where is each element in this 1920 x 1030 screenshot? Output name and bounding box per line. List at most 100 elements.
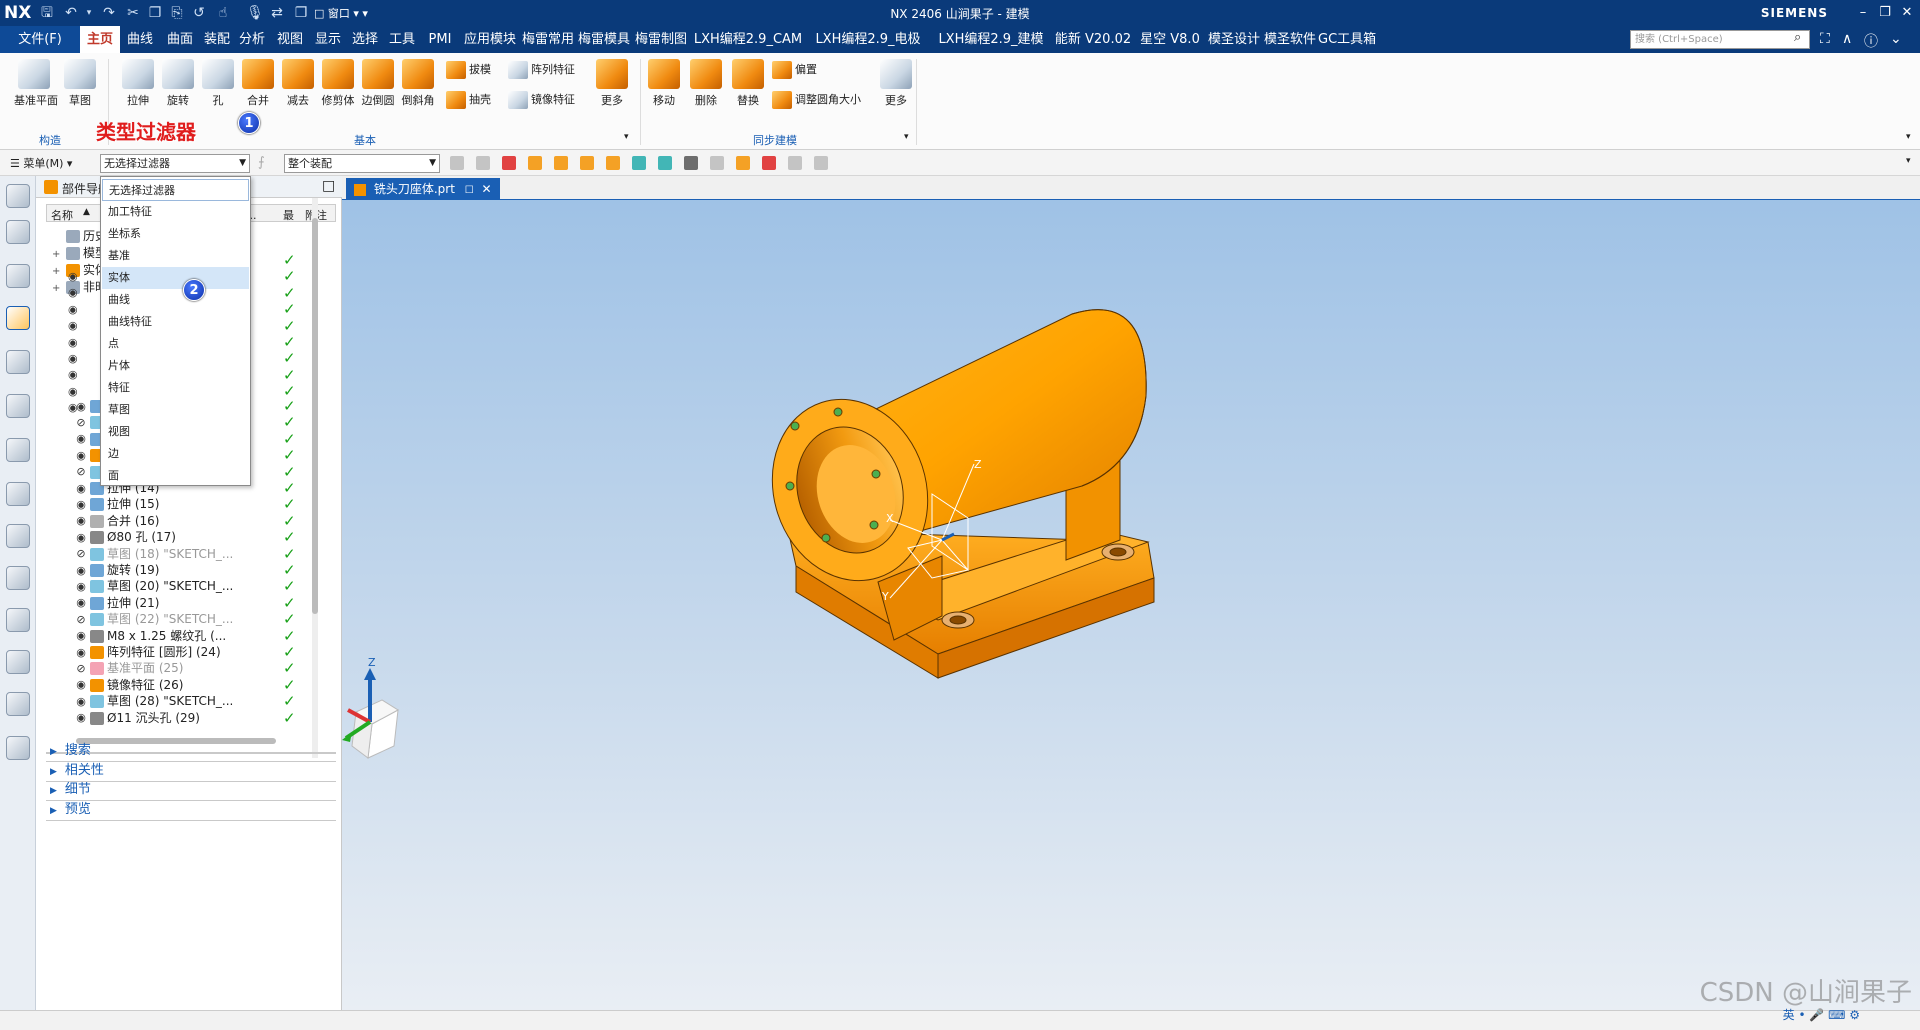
- collapse-ribbon-icon[interactable]: ∧: [1842, 31, 1852, 47]
- eye-icon[interactable]: ◉: [74, 498, 88, 511]
- tab-close-icon[interactable]: ✕: [482, 182, 492, 196]
- custom-tool-icon[interactable]: [6, 736, 30, 760]
- tab-14[interactable]: LXH编程2.9_CAM: [690, 26, 806, 53]
- tab-7[interactable]: 选择: [346, 26, 384, 53]
- eye-icon[interactable]: ◉: [74, 400, 88, 413]
- minimize-icon[interactable]: –: [1852, 3, 1874, 23]
- panel-3[interactable]: ▶ 预览: [46, 799, 336, 821]
- menu-button[interactable]: ☰ 菜单(M) ▾: [10, 155, 72, 171]
- tab-2[interactable]: 曲面: [160, 26, 200, 53]
- eye-icon[interactable]: ◉: [74, 630, 88, 642]
- selection-tool-7-icon[interactable]: [632, 156, 646, 170]
- basic-group-dropdown-icon[interactable]: ▾: [624, 132, 629, 142]
- eye-icon[interactable]: ◉: [74, 695, 88, 708]
- hidden-eye-icon[interactable]: ⊘: [74, 548, 88, 560]
- selection-tool-3-icon[interactable]: [528, 156, 542, 170]
- tab-9[interactable]: PMI: [420, 26, 460, 53]
- column-latest[interactable]: 最: [283, 207, 294, 223]
- eye-icon[interactable]: ◉: [74, 564, 88, 577]
- selection-tool-12-icon[interactable]: [762, 156, 776, 170]
- selection-tool-14-icon[interactable]: [814, 156, 828, 170]
- tab-13[interactable]: 梅雷制图: [632, 26, 690, 53]
- selection-tool-1-icon[interactable]: [476, 156, 490, 170]
- selection-tool-11-icon[interactable]: [736, 156, 750, 170]
- customize-icon[interactable]: ⌄: [1890, 31, 1902, 47]
- filter-reset-icon[interactable]: ⨍: [258, 155, 265, 170]
- selection-tool-4-icon[interactable]: [554, 156, 568, 170]
- tab-11[interactable]: 梅雷常用: [520, 26, 576, 53]
- tab-4[interactable]: 分析: [234, 26, 270, 53]
- hidden-eye-icon[interactable]: ⊘: [74, 613, 88, 626]
- process-studio-icon[interactable]: [6, 566, 30, 590]
- web-browser-icon[interactable]: [6, 438, 30, 462]
- visibility-eye-hidden[interactable]: ◉: [68, 286, 78, 299]
- tab-8[interactable]: 工具: [384, 26, 420, 53]
- type-filter-option-10[interactable]: 草图: [102, 399, 249, 421]
- tab-16[interactable]: LXH编程2.9_建模: [930, 26, 1052, 53]
- visibility-eye-hidden[interactable]: ◉: [68, 319, 78, 332]
- eye-icon[interactable]: ◉: [74, 433, 88, 445]
- hidden-eye-icon[interactable]: ⊘: [74, 662, 88, 675]
- document-tab[interactable]: 铣头刀座体.prt ☐ ✕: [346, 178, 500, 200]
- column-name[interactable]: 名称: [51, 207, 73, 223]
- navigator-scrollbar[interactable]: [312, 198, 318, 758]
- basic-6-button[interactable]: 边倒圆: [358, 59, 398, 108]
- type-filter-option-9[interactable]: 特征: [102, 377, 249, 399]
- type-filter-option-4[interactable]: 实体: [102, 267, 249, 289]
- resize-blend-button[interactable]: 调整圆角大小: [772, 89, 861, 111]
- sync-group-dropdown-icon[interactable]: ▾: [904, 132, 909, 142]
- assembly-navigator-icon[interactable]: [6, 220, 30, 244]
- roles-icon[interactable]: [6, 608, 30, 632]
- close-icon[interactable]: ✕: [1896, 3, 1918, 23]
- basic-2-button[interactable]: 孔: [198, 59, 238, 108]
- selection-scope-select[interactable]: 整个装配 ▼: [284, 154, 440, 173]
- basic-7-button[interactable]: 倒斜角: [398, 59, 438, 108]
- sketch-button[interactable]: 草图: [60, 59, 100, 108]
- basic-4-button[interactable]: 减去: [278, 59, 318, 108]
- constraint-navigator-icon[interactable]: [6, 264, 30, 288]
- basic-5-button[interactable]: 修剪体: [318, 59, 358, 108]
- offset-region-button[interactable]: 偏置: [772, 59, 817, 81]
- maximize-icon[interactable]: □: [322, 178, 335, 194]
- model-view[interactable]: Z X Y Z X Y: [342, 200, 1920, 1010]
- eye-icon[interactable]: ◉: [74, 679, 88, 691]
- basic-1-button[interactable]: 旋转: [158, 59, 198, 108]
- type-filter-option-7[interactable]: 点: [102, 333, 249, 355]
- visibility-eye-hidden[interactable]: ◉: [68, 368, 78, 381]
- system-materials-icon[interactable]: [6, 524, 30, 548]
- restore-icon[interactable]: ❐: [1874, 3, 1896, 23]
- selbar-options-icon[interactable]: ▾: [1906, 156, 1911, 166]
- help-icon[interactable]: ⓘ: [1864, 31, 1878, 51]
- tab-3[interactable]: 装配: [200, 26, 234, 53]
- sync-1-button[interactable]: 删除: [686, 59, 726, 108]
- selection-tool-5-icon[interactable]: [580, 156, 594, 170]
- tab-10[interactable]: 应用模块: [460, 26, 520, 53]
- basic-more-button[interactable]: 更多: [592, 59, 632, 108]
- pattern-feature-button[interactable]: 阵列特征: [508, 59, 575, 81]
- type-filter-select[interactable]: 无选择过滤器 ▼: [100, 154, 250, 173]
- selection-tool-13-icon[interactable]: [788, 156, 802, 170]
- tab-18[interactable]: 星空 V8.0: [1134, 26, 1206, 53]
- search-icon[interactable]: ⌕: [1794, 30, 1801, 45]
- type-filter-option-2[interactable]: 坐标系: [102, 223, 249, 245]
- type-filter-option-1[interactable]: 加工特征: [102, 201, 249, 223]
- hd3d-tools-icon[interactable]: [6, 394, 30, 418]
- selection-tool-6-icon[interactable]: [606, 156, 620, 170]
- visibility-eye-hidden[interactable]: ◉: [68, 352, 78, 365]
- hidden-eye-icon[interactable]: ⊘: [74, 416, 88, 429]
- tools-icon[interactable]: [6, 692, 30, 716]
- type-filter-option-6[interactable]: 曲线特征: [102, 311, 249, 333]
- draft-button[interactable]: 拔模: [446, 59, 491, 81]
- hidden-eye-icon[interactable]: ⊘: [74, 466, 88, 478]
- tab-0[interactable]: 主页: [80, 26, 120, 53]
- shell-button[interactable]: 抽壳: [446, 89, 491, 111]
- type-filter-option-12[interactable]: 边: [102, 443, 249, 465]
- eye-icon[interactable]: ◉: [74, 515, 88, 527]
- selection-tool-2-icon[interactable]: [502, 156, 516, 170]
- graphics-window[interactable]: Z X Y Z X Y: [342, 200, 1920, 1010]
- tab-pin-icon[interactable]: ☐: [465, 185, 474, 196]
- visibility-eye-hidden[interactable]: ◉: [68, 303, 78, 316]
- type-filter-option-5[interactable]: 曲线: [102, 289, 249, 311]
- type-filter-option-11[interactable]: 视图: [102, 421, 249, 443]
- datum-plane-button[interactable]: 基准平面: [14, 59, 58, 108]
